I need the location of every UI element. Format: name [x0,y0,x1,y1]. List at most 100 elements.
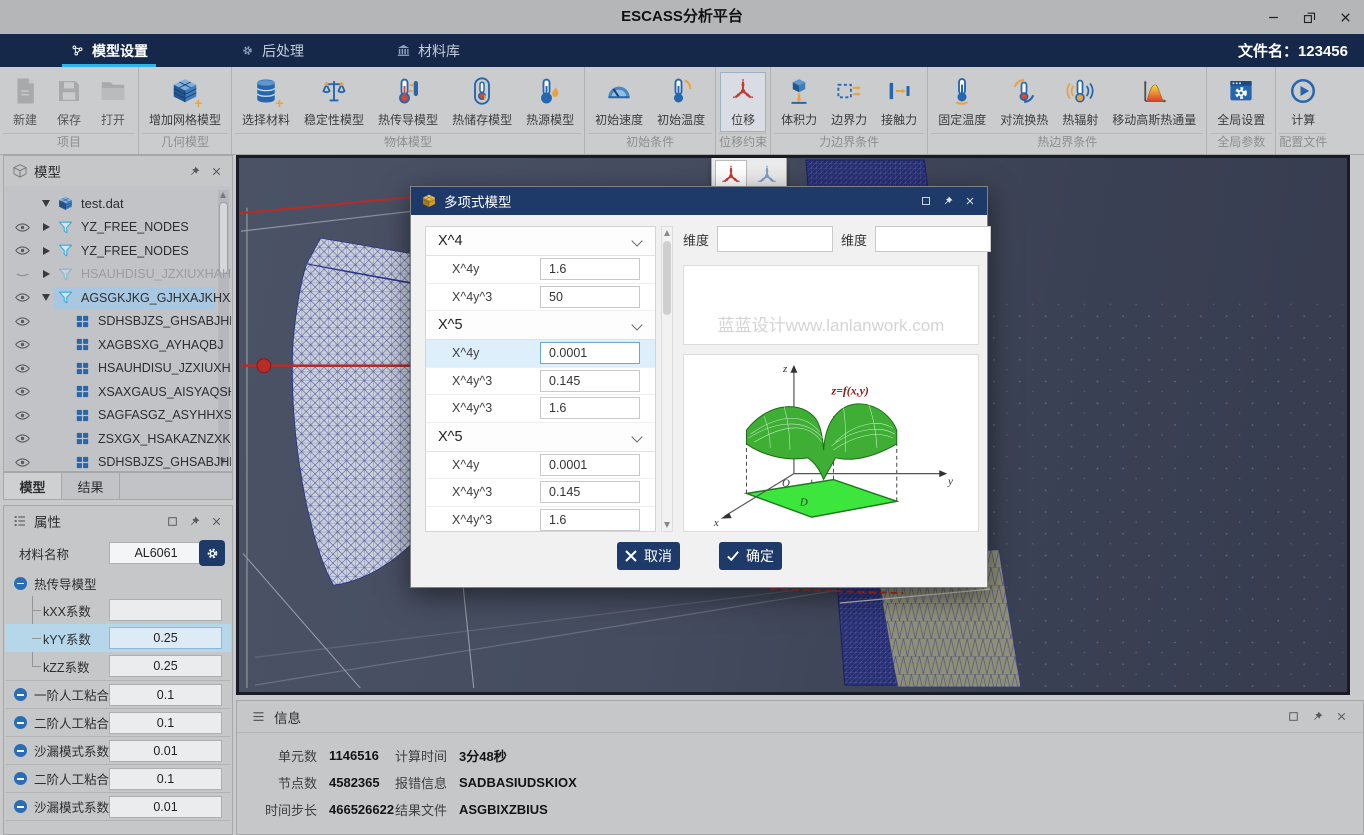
scroll-up-icon[interactable] [220,192,226,198]
scroll-up-icon[interactable] [664,230,670,236]
tree-item[interactable]: SAGFASGZ_ASYHHXSN [5,404,231,428]
collapse-icon[interactable] [42,294,50,301]
eye-icon[interactable] [14,454,31,470]
tree-item[interactable]: XSAXGAUS_AISYAQSH_ASHX [5,380,231,404]
select-material-button[interactable]: + 选择材料 [235,73,297,131]
boundary-force-button[interactable]: 边界力 [824,73,874,131]
eye-icon[interactable] [14,313,31,330]
global-settings-button[interactable]: 全局设置 [1210,73,1272,131]
heat-source-model-button[interactable]: 热源模型 [519,73,581,131]
tree-item[interactable]: HSAUHDISU_JZXIUXHAHX [5,357,231,381]
property-input[interactable] [109,712,222,734]
cancel-button[interactable]: 取消 [617,542,680,570]
tab-model-settings[interactable]: 模型设置 [48,34,170,67]
open-button[interactable]: 打开 [91,73,135,131]
pin-icon[interactable] [186,513,202,529]
stability-model-button[interactable]: 稳定性模型 [297,73,371,131]
dialog-close-icon[interactable] [962,194,977,209]
material-name-input[interactable] [109,542,203,564]
term-value-input[interactable] [540,481,640,503]
tree-item[interactable]: SDHSBJZS_GHSABJHB_ZAHU [5,310,231,334]
term-value-input[interactable] [540,342,640,364]
tab-model[interactable]: 模型 [4,473,62,499]
dimension-input-1[interactable] [717,226,833,252]
kxx-row[interactable]: kXX系数 [5,596,231,624]
eye-icon[interactable] [14,360,31,377]
tree-item-selected[interactable]: AGSGKJKG_GJHXAJKHXA [5,286,231,310]
dialog-pin-icon[interactable] [940,194,955,209]
heat-conduction-model-button[interactable]: 热传导模型 [371,73,445,131]
collapse-bullet-icon[interactable] [14,716,27,729]
moving-gauss-heat-flux-button[interactable]: 移动高斯热通量 [1105,73,1203,131]
initial-temperature-button[interactable]: 初始温度 [650,73,712,131]
convection-button[interactable]: 对流换热 [993,73,1055,131]
collapse-bullet-icon[interactable] [14,772,27,785]
compute-button[interactable]: 计算 [1281,73,1325,131]
heat-conduction-section-row[interactable]: 热传导模型 [5,570,231,596]
tab-material-library[interactable]: 材料库 [374,34,482,67]
close-panel-icon[interactable] [1333,709,1349,725]
tree-item-root[interactable]: test.dat [5,192,231,216]
property-input[interactable] [109,796,222,818]
dialog-maximize-icon[interactable] [918,194,933,209]
new-button[interactable]: 新建 [3,73,47,131]
collapse-bullet-icon[interactable] [14,800,27,813]
eye-icon[interactable] [14,407,31,424]
term-value-input[interactable] [540,370,640,392]
eye-icon[interactable] [14,430,31,447]
dialog-list-scrollbar[interactable] [661,226,673,532]
tree-item[interactable]: ZSXGX_HSAKAZNZXK_AHASX [5,427,231,451]
displacement-button[interactable]: 位移 [721,73,765,131]
scroll-down-icon[interactable] [664,522,670,528]
term-value-input[interactable] [540,509,640,531]
eye-icon[interactable] [14,289,31,306]
scrollbar-thumb[interactable] [663,241,671,315]
hourglass-mode-row-2[interactable]: 沙漏模式系数 [5,792,231,820]
initial-velocity-button[interactable]: 初始速度 [588,73,650,131]
section-header[interactable]: X^5 [426,423,655,452]
heat-storage-model-button[interactable]: 热储存模型 [445,73,519,131]
expand-icon[interactable] [43,223,50,231]
term-value-input[interactable] [540,286,640,308]
eye-icon[interactable] [14,336,31,353]
hourglass-mode-row[interactable]: 沙漏模式系数 [5,736,231,764]
dialog-title-bar[interactable]: 多项式模型 [411,187,987,215]
collapse-bullet-icon[interactable] [14,577,27,590]
minimize-button[interactable] [1262,6,1284,28]
term-value-input[interactable] [540,258,640,280]
section-header[interactable]: X^5 [426,311,655,340]
add-mesh-model-button[interactable]: + 增加网格模型 [142,73,228,131]
material-gear-button[interactable] [199,540,225,566]
tree-item[interactable]: YZ_FREE_NODES [5,216,231,240]
tab-results[interactable]: 结果 [62,473,120,499]
thermal-radiation-button[interactable]: 热辐射 [1055,73,1105,131]
confirm-button[interactable]: 确定 [719,542,782,570]
expand-icon[interactable] [43,270,50,278]
eye-icon[interactable] [14,383,31,400]
tab-post-processing[interactable]: 后处理 [218,34,326,67]
close-button[interactable] [1334,6,1356,28]
first-order-viscosity-row[interactable]: 一阶人工粘合性 [5,680,231,708]
kzz-row[interactable]: kZZ系数 [5,652,231,680]
maximize-panel-icon[interactable] [164,513,180,529]
scrollbar-thumb[interactable] [219,202,228,274]
red-probe-sphere[interactable] [257,359,271,373]
section-header[interactable]: X^4 [426,227,655,256]
dimension-input-2[interactable] [875,226,991,252]
volume-force-button[interactable]: 体积力 [774,73,824,131]
pin-icon[interactable] [1309,709,1325,725]
property-input[interactable] [109,684,222,706]
kxx-input[interactable] [109,599,222,621]
second-order-viscosity-row[interactable]: 二阶人工粘合性 [5,708,231,736]
pin-icon[interactable] [186,163,202,179]
save-button[interactable]: 保存 [47,73,91,131]
collapse-bullet-icon[interactable] [14,688,27,701]
expand-icon[interactable] [43,247,50,255]
term-value-input[interactable] [540,397,640,419]
restore-button[interactable] [1298,6,1320,28]
property-input[interactable] [109,768,222,790]
close-panel-icon[interactable] [208,163,224,179]
kyy-row-selected[interactable]: kYY系数 [5,624,231,652]
eye-icon[interactable] [14,242,31,259]
term-value-input[interactable] [540,454,640,476]
